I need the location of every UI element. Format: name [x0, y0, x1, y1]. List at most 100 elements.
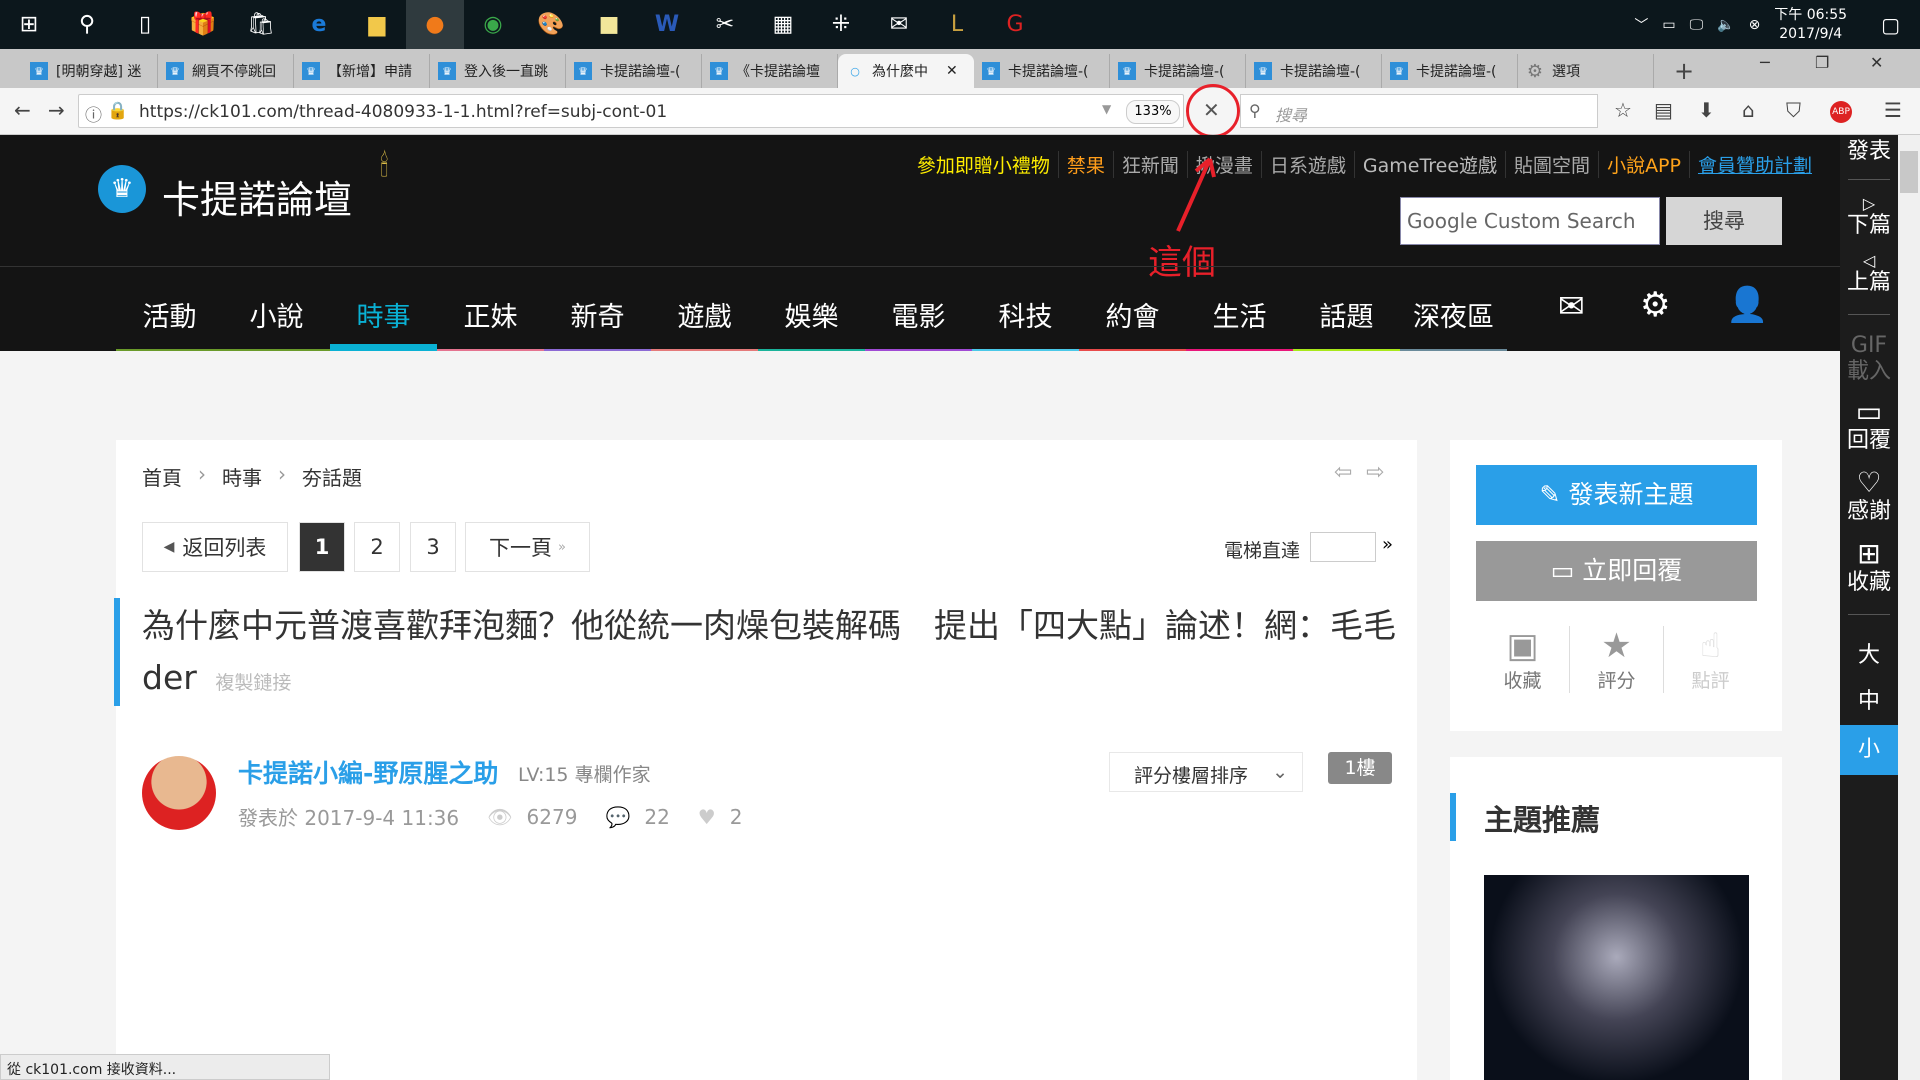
garena-icon[interactable]: G — [986, 0, 1044, 49]
back-icon[interactable]: ← — [14, 98, 31, 122]
browser-tab[interactable]: ♛ 卡提諾論壇-( — [1246, 54, 1382, 88]
gear-icon[interactable]: ⚙ — [1640, 285, 1670, 325]
snipping-tool-icon[interactable]: ✂ — [696, 0, 754, 49]
rail-thanks[interactable]: 感謝 — [1840, 499, 1898, 525]
zoom-level[interactable]: 133% — [1126, 100, 1180, 124]
sort-dropdown[interactable]: 評分樓層排序 ⌄ — [1109, 752, 1303, 792]
nav-item[interactable]: 話題 — [1293, 285, 1400, 351]
browser-tab[interactable]: ♛ [明朝穿越] 迷 — [22, 54, 158, 88]
nav-item[interactable]: 娛樂 — [758, 285, 865, 351]
nav-item[interactable]: 遊戲 — [651, 285, 758, 351]
breadcrumb-topic[interactable]: 夯話題 — [302, 462, 362, 491]
top-link[interactable]: 禁果 — [1057, 151, 1113, 178]
close-tab-icon[interactable]: ✕ — [946, 63, 958, 79]
user-icon[interactable]: 👤 — [1726, 285, 1768, 325]
top-link[interactable]: 日系遊戲 — [1260, 151, 1354, 178]
nav-item[interactable]: 約會 — [1079, 285, 1186, 351]
forward-icon[interactable]: → — [48, 98, 65, 122]
top-link[interactable]: 小說APP — [1598, 151, 1689, 178]
comment-action[interactable]: ☝ 點評 — [1664, 626, 1757, 693]
paint-icon[interactable]: 🎨 — [522, 0, 580, 49]
scrollbar-thumb[interactable] — [1900, 151, 1918, 193]
page-2[interactable]: 2 — [354, 522, 400, 572]
rail-reply[interactable]: 回覆 — [1840, 428, 1898, 454]
nav-item[interactable]: 科技 — [972, 285, 1079, 351]
maximize-button[interactable]: ❐ — [1815, 53, 1829, 72]
next-thread-icon[interactable]: ⇨ — [1366, 460, 1384, 485]
browser-tab[interactable]: ♛ 登入後一直跳 — [430, 54, 566, 88]
dropdown-icon[interactable]: ▼ — [1102, 102, 1111, 116]
new-topic-button[interactable]: ✎ 發表新主題 — [1476, 465, 1757, 525]
browser-tab[interactable]: ♛ 網頁不停跳回 — [158, 54, 294, 88]
url-input[interactable]: ⓘ 🔒 https://ck101.com/thread-4080933-1-1… — [78, 94, 1184, 128]
copy-link[interactable]: 複製鏈接 — [215, 672, 291, 694]
network-icon[interactable]: 🖵 — [1690, 17, 1704, 33]
scrollbar[interactable] — [1898, 135, 1920, 1080]
nav-item[interactable]: 新奇 — [544, 285, 651, 351]
calculator-icon[interactable]: ▦ — [754, 0, 812, 49]
rail-prev[interactable]: 上篇 — [1840, 270, 1898, 296]
back-to-list-button[interactable]: ◀ 返回列表 — [142, 522, 288, 572]
home-icon[interactable]: ⌂ — [1742, 98, 1755, 122]
bookmark-star-icon[interactable]: ☆ — [1614, 98, 1632, 122]
gift-icon[interactable]: 🎁 — [174, 0, 232, 49]
rate-action[interactable]: ★ 評分 — [1569, 626, 1664, 693]
word-icon[interactable]: W — [638, 0, 696, 49]
rail-favorite[interactable]: 收藏 — [1840, 570, 1898, 596]
font-size-large[interactable]: 大 — [1840, 633, 1898, 679]
rail-gif[interactable]: GIF載入 — [1847, 333, 1891, 385]
prev-thread-icon[interactable]: ⇦ — [1334, 460, 1352, 485]
store-icon[interactable]: 🛍 — [232, 0, 290, 49]
file-explorer-icon[interactable]: ▆ — [348, 0, 406, 49]
search-button[interactable]: 搜尋 — [1666, 197, 1782, 245]
avatar[interactable] — [142, 756, 216, 830]
info-icon[interactable]: ⓘ — [85, 101, 102, 126]
font-size-small[interactable]: 小 — [1840, 725, 1898, 775]
reply-button[interactable]: ▭ 立即回覆 — [1476, 541, 1757, 601]
jump-input[interactable] — [1310, 532, 1376, 562]
reading-list-icon[interactable]: ▤ — [1654, 98, 1673, 122]
top-link[interactable]: GameTree遊戲 — [1353, 151, 1505, 178]
top-link[interactable]: 會員贊助計劃 — [1688, 151, 1820, 178]
rail-next[interactable]: 下篇 — [1840, 213, 1898, 239]
dots-app-icon[interactable]: ⁜ — [812, 0, 870, 49]
mail-icon[interactable]: ✉ — [1558, 287, 1585, 325]
crown-logo-icon[interactable]: ♛ — [98, 165, 146, 213]
nav-item[interactable]: 時事 — [330, 285, 437, 351]
nav-item[interactable]: 深夜區 — [1400, 285, 1507, 351]
next-page-button[interactable]: 下一頁 » — [465, 522, 590, 572]
breadcrumb-home[interactable]: 首頁 — [142, 462, 182, 491]
nav-item[interactable]: 生活 — [1186, 285, 1293, 351]
close-window-button[interactable]: ✕ — [1870, 53, 1883, 72]
download-icon[interactable]: ⬇ — [1698, 98, 1715, 122]
nav-item[interactable]: 電影 — [865, 285, 972, 351]
google-search-input[interactable]: Google Custom Search — [1400, 197, 1660, 245]
chrome-icon[interactable]: ◉ — [464, 0, 522, 49]
top-link[interactable]: 參加即贈小禮物 — [909, 151, 1058, 178]
volume-icon[interactable]: 🔈 — [1717, 17, 1734, 33]
browser-tab[interactable]: ♛ 卡提諾論壇-( — [1110, 54, 1246, 88]
search-icon[interactable]: ⚲ — [58, 0, 116, 49]
nav-item[interactable]: 小說 — [223, 285, 330, 351]
browser-tab[interactable]: ⚙ 選項 — [1518, 54, 1654, 88]
chevron-up-icon[interactable]: ﹀ — [1634, 15, 1648, 35]
nav-item[interactable]: 正妹 — [437, 285, 544, 351]
menu-icon[interactable]: ☰ — [1884, 98, 1902, 122]
league-of-legends-icon[interactable]: L — [928, 0, 986, 49]
favorite-action[interactable]: ▣ 收藏 — [1476, 626, 1569, 693]
close-circle-icon[interactable]: ⊗ — [1749, 17, 1761, 33]
clock[interactable]: 下午 06:55 2017/9/4 — [1774, 6, 1847, 44]
browser-tab[interactable]: ♛ 卡提諾論壇-( — [566, 54, 702, 88]
browser-tab[interactable]: ○ 為什麼中 ✕ — [838, 54, 974, 88]
minimize-button[interactable]: ─ — [1760, 53, 1770, 72]
font-size-medium[interactable]: 中 — [1840, 679, 1898, 725]
page-3[interactable]: 3 — [410, 522, 456, 572]
notifications-icon[interactable]: ▢ — [1881, 13, 1900, 37]
adblock-icon[interactable]: ABP — [1830, 101, 1852, 123]
page-1[interactable]: 1 — [299, 522, 345, 572]
browser-tab[interactable]: ♛ 【新增】申請 — [294, 54, 430, 88]
go-icon[interactable]: » — [1382, 534, 1393, 555]
browser-tab[interactable]: ♛ 《卡提諾論壇 — [702, 54, 838, 88]
site-logo[interactable]: 卡提諾論壇 — [162, 169, 352, 224]
firefox-icon[interactable]: ● — [406, 0, 464, 49]
